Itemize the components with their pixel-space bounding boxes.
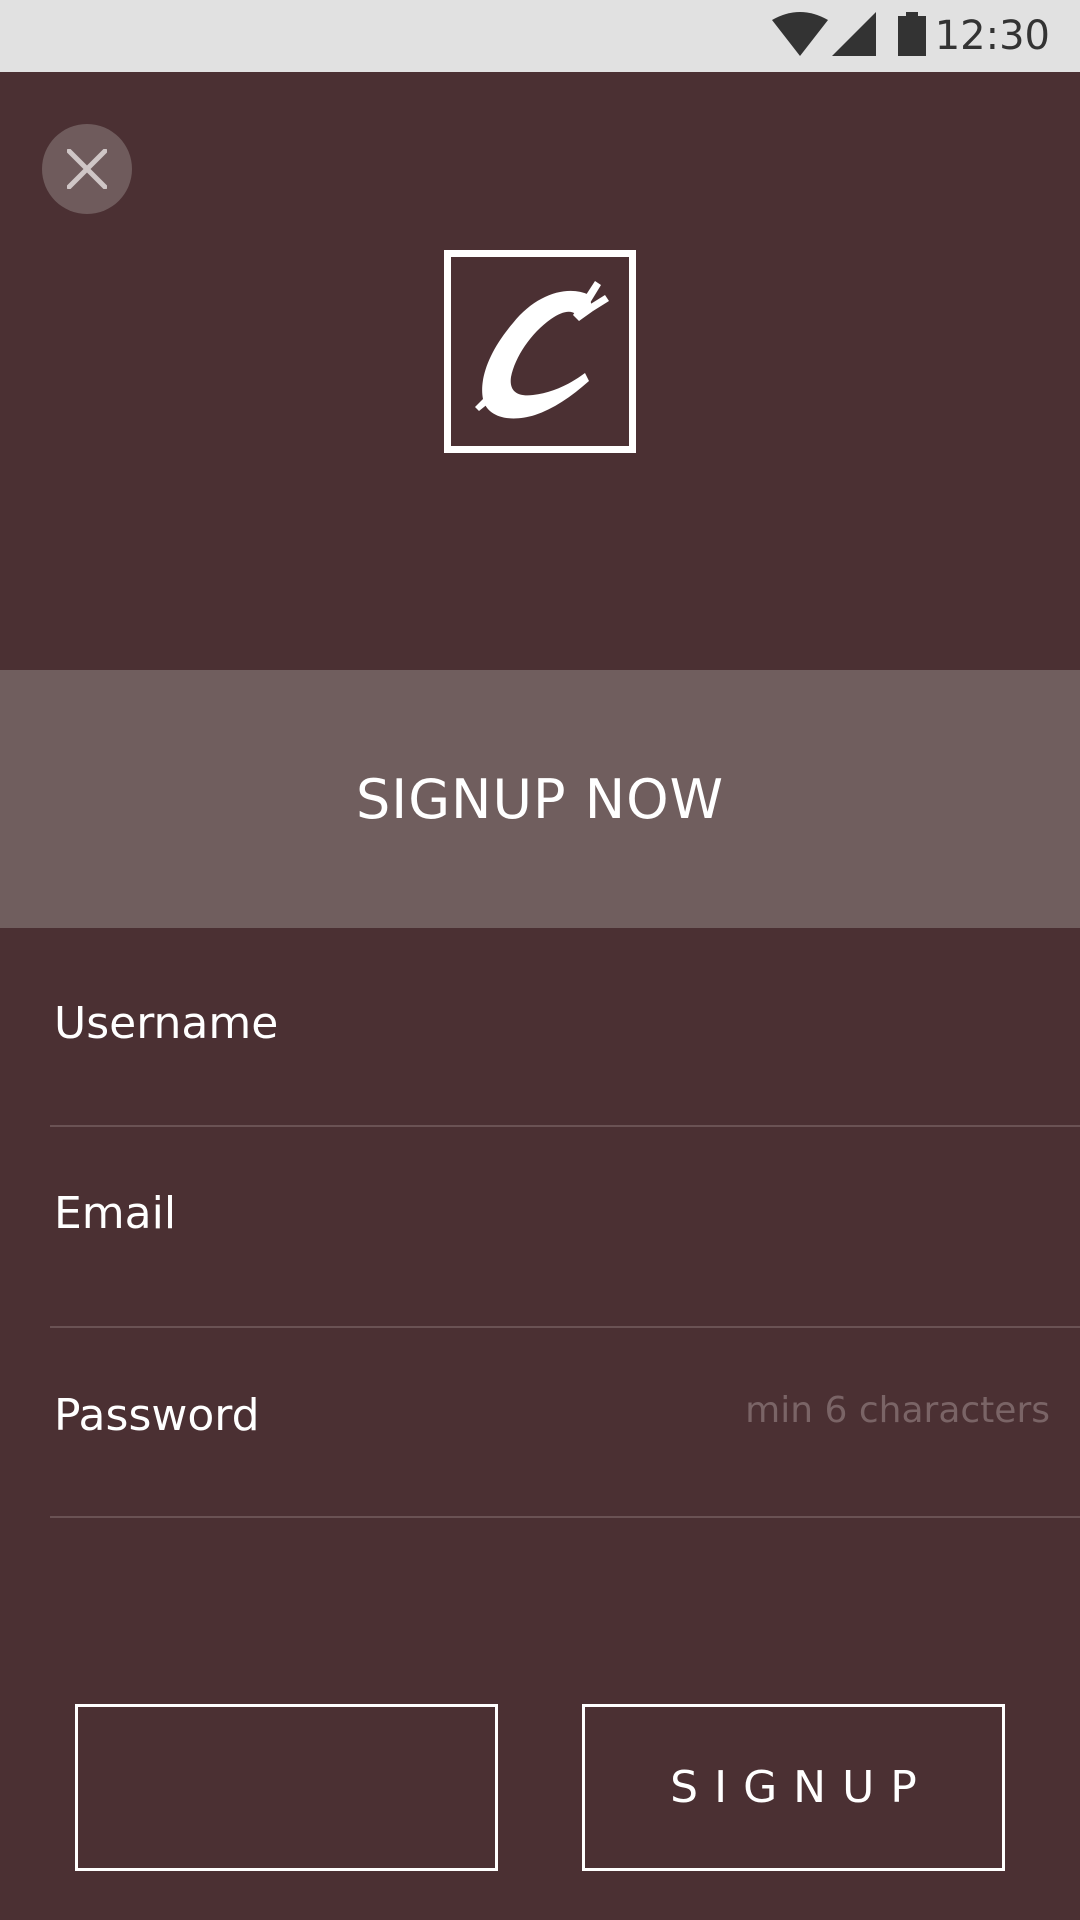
signup-button-label: SIGNUP [670, 1762, 933, 1813]
secondary-button[interactable] [75, 1704, 498, 1871]
username-label: Username [54, 998, 279, 1049]
battery-icon [898, 12, 926, 60]
signup-screen: 12:30 SIGNUP NOW Username Email Password… [0, 0, 1080, 1920]
email-label: Email [54, 1188, 177, 1239]
brush-letter-c-logo [475, 281, 609, 419]
banner-title: SIGNUP NOW [356, 767, 724, 831]
password-hint: min 6 characters [745, 1390, 1050, 1431]
cell-signal-icon [832, 12, 876, 60]
close-icon [67, 149, 107, 189]
wifi-icon [772, 12, 828, 60]
username-field[interactable]: Username [50, 980, 1080, 1127]
status-bar: 12:30 [0, 0, 1080, 72]
close-button[interactable] [42, 124, 132, 214]
signup-button[interactable]: SIGNUP [582, 1704, 1005, 1871]
signup-banner: SIGNUP NOW [0, 670, 1080, 928]
email-field[interactable]: Email [50, 1128, 1080, 1328]
password-label: Password [54, 1390, 260, 1441]
password-field[interactable]: Password min 6 characters [50, 1328, 1080, 1518]
app-logo [444, 250, 636, 453]
status-time: 12:30 [934, 13, 1050, 59]
